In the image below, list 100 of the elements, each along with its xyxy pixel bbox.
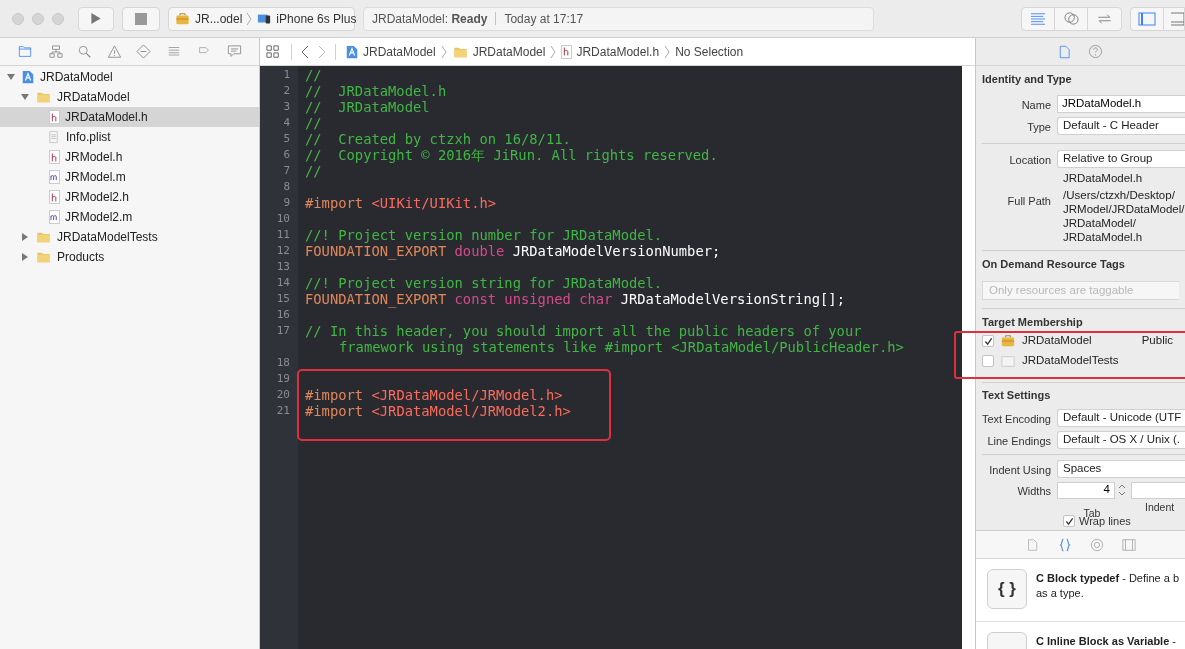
back-button[interactable] [301, 44, 309, 59]
code-token: <JRDataModel/JRModel2.h> [371, 403, 571, 419]
full-path-line: /Users/ctzxh/Desktop/ [1063, 188, 1176, 202]
indent-width-field[interactable] [1131, 481, 1185, 499]
stepper-icon [1117, 482, 1127, 498]
library-tab[interactable] [1025, 536, 1040, 553]
navigator-row[interactable]: JRModel.m [0, 167, 259, 187]
lines-icon [1029, 11, 1047, 26]
indent-popup[interactable]: Spaces [1057, 460, 1185, 478]
navigator-tab[interactable] [47, 42, 64, 61]
full-path-line: JRModel/JRDataModel/ [1063, 202, 1185, 216]
navigator-row[interactable]: JRDataModel [0, 87, 259, 107]
target-name: JRDataModel [1022, 333, 1093, 349]
jump-bar-item[interactable]: No Selection [675, 42, 744, 61]
stop-button[interactable] [122, 6, 160, 31]
navigator-row[interactable]: Info.plist [0, 127, 259, 147]
tab-width-field[interactable]: 4 [1057, 481, 1115, 499]
hierarchy-icon [47, 44, 64, 59]
field-label: Full Path [1007, 195, 1051, 207]
location-popup[interactable]: Relative to Group [1057, 150, 1185, 168]
jump-bar-item[interactable]: JRDataModel [363, 42, 436, 61]
library-item[interactable]: C Inline Block as Variable - [976, 622, 1185, 649]
encoding-popup[interactable]: Default - Unicode (UTF [1057, 409, 1185, 427]
window-control[interactable] [12, 12, 24, 25]
library-tab[interactable] [1057, 536, 1072, 553]
stop-icon [135, 12, 147, 25]
navigator-row[interactable]: Products [0, 247, 259, 267]
navigator-row[interactable]: JRDataModel.h [0, 107, 259, 127]
folder-icon [17, 45, 34, 58]
type-popup[interactable]: Default - C Header [1057, 117, 1185, 135]
line-number: 13 [276, 260, 290, 273]
line-endings-popup[interactable]: Default - OS X / Unix (. [1057, 431, 1185, 449]
navigator-row[interactable]: JRModel.h [0, 147, 259, 167]
code-token: <JRDataModel/JRModel.h> [371, 387, 563, 403]
code-token: // [305, 67, 322, 83]
line-number: 11 [276, 228, 290, 241]
scheme-selector[interactable]: JR...odel iPhone 6s Plus [168, 6, 355, 31]
inspector-tab[interactable] [1058, 43, 1072, 60]
field-label: Widths [1017, 485, 1051, 497]
braces-icon [1058, 537, 1071, 552]
toolbox-icon [1000, 334, 1016, 348]
code-token: #import [305, 403, 364, 419]
section-title: Text Settings [982, 387, 1051, 403]
arrows-icon [1096, 11, 1113, 26]
target-name: JRDataModelTests [1022, 353, 1120, 369]
header-file-icon [49, 110, 60, 124]
line-number: 10 [276, 212, 290, 225]
run-button[interactable] [78, 6, 114, 31]
line-number: 9 [283, 196, 290, 209]
code-token: #import [305, 387, 364, 403]
code-token: framework using statements like #import <JRDataModel/PublicHeader.h> [339, 339, 904, 355]
code-token: // In this header, you should import all the public headers of your [305, 323, 862, 339]
related-items-button[interactable] [266, 43, 282, 60]
code-token: JRDataModelVersionNumber; [512, 243, 721, 259]
folder-icon [35, 230, 52, 244]
code-token: JRDataModelVersionString[]; [620, 291, 845, 307]
checkbox[interactable] [982, 335, 994, 347]
chevron-icon [664, 44, 671, 59]
inspector-tab[interactable] [1087, 44, 1103, 59]
navigator-tab[interactable] [106, 42, 122, 61]
navigator-row[interactable]: JRDataModelTests [0, 227, 259, 247]
navigator-row[interactable]: JRModel2.h [0, 187, 259, 207]
help-icon [1087, 44, 1103, 59]
navigator-item-label: JRModel2.m [65, 209, 133, 226]
jump-bar-item[interactable]: JRDataModel [472, 42, 546, 61]
library-item[interactable]: { } C Block typedef - Define a b as a type. [976, 559, 1185, 622]
navigator-item-label: Info.plist [66, 129, 111, 146]
section-title: Target Membership [982, 314, 1083, 330]
library-tab[interactable] [1121, 536, 1136, 553]
code-token: const unsigned char [454, 291, 613, 307]
activity-time: Today at 17:17 [504, 10, 584, 28]
library-tab[interactable] [1089, 536, 1104, 553]
window-control[interactable] [32, 12, 44, 25]
target-access: Public [1141, 333, 1174, 349]
window-control[interactable] [52, 12, 64, 25]
back-icon [301, 44, 309, 59]
code-token: // Copyright © 2016年 JiRun. All rights reserved. [305, 147, 718, 163]
blank-target-icon [1000, 354, 1016, 368]
full-path-line: JRDataModel.h [1063, 230, 1144, 244]
source-file-icon [49, 210, 60, 224]
circles-icon [1062, 11, 1080, 26]
navigator-tab[interactable] [136, 42, 152, 61]
navigator-row[interactable]: JRDataModel [0, 67, 259, 87]
project-icon [21, 69, 35, 85]
code-editor[interactable] [260, 66, 962, 649]
navigator-row[interactable]: JRModel2.m [0, 207, 259, 227]
jump-bar-item[interactable]: JRDataModel.h [576, 42, 660, 61]
forward-button[interactable] [318, 44, 326, 59]
line-number: 17 [276, 324, 290, 337]
code-token: // [305, 115, 322, 131]
name-field[interactable]: JRDataModel.h [1057, 95, 1185, 113]
plist-file-icon [49, 130, 61, 144]
checkbox[interactable] [1063, 515, 1075, 527]
navigator-item-label: JRDataModelTests [57, 229, 158, 246]
snippet-icon: { } [987, 569, 1027, 609]
checkbox[interactable] [982, 355, 994, 367]
file-icon [1058, 43, 1072, 60]
navigator-item-label: JRModel2.h [65, 189, 130, 206]
line-number: 19 [276, 372, 290, 385]
tags-field[interactable]: Only resources are taggable [982, 280, 1179, 300]
